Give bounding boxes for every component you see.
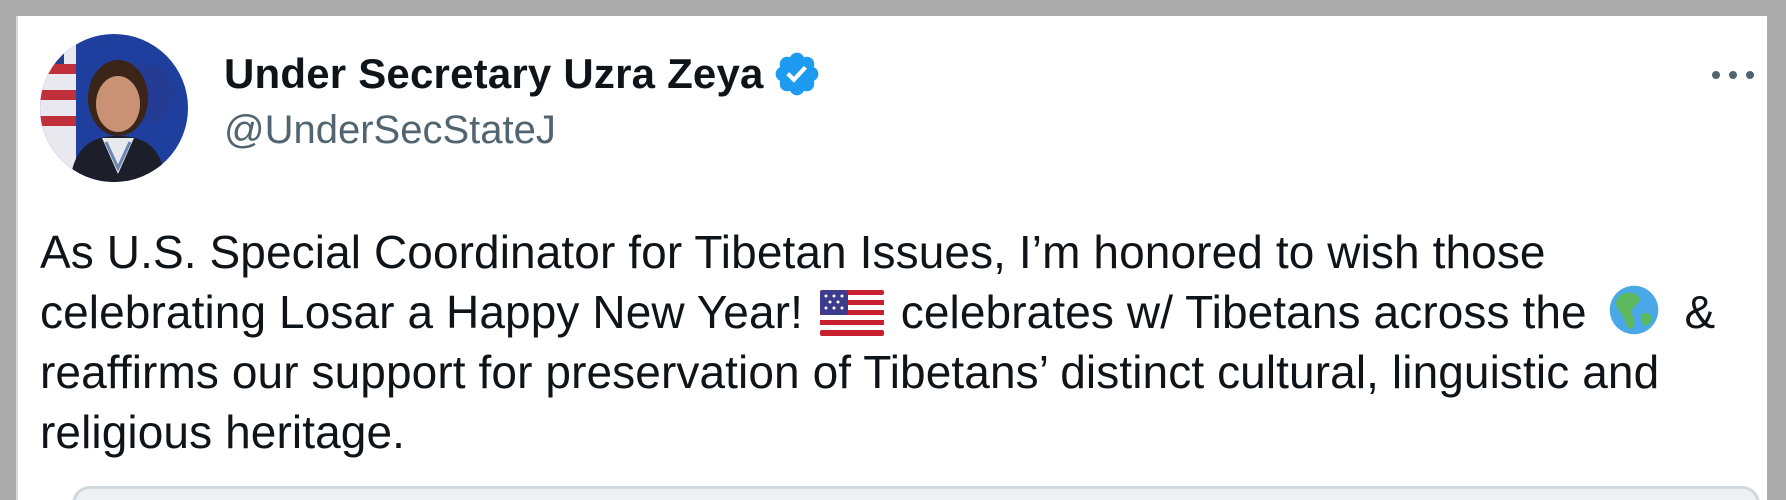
us-flag-emoji [819, 290, 884, 336]
media-preview[interactable] [72, 486, 1760, 500]
tweet-text: As U.S. Special Coordinator for Tibetan … [40, 222, 1740, 462]
verified-badge-icon[interactable] [772, 49, 822, 99]
globe-americas-emoji [1604, 284, 1668, 335]
author-handle[interactable]: @UnderSecStateJ [224, 108, 556, 153]
more-options-icon[interactable] [1703, 60, 1763, 90]
author-name-row[interactable]: Under Secretary Uzra Zeya [224, 46, 822, 102]
tweet-card[interactable]: Under Secretary Uzra Zeya @UnderSecState… [16, 16, 1767, 500]
profile-photo [40, 34, 188, 182]
author-display-name[interactable]: Under Secretary Uzra Zeya [224, 50, 764, 98]
avatar[interactable] [40, 34, 188, 182]
tweet-text-segment-2: celebrates w/ Tibetans across the [900, 286, 1587, 338]
